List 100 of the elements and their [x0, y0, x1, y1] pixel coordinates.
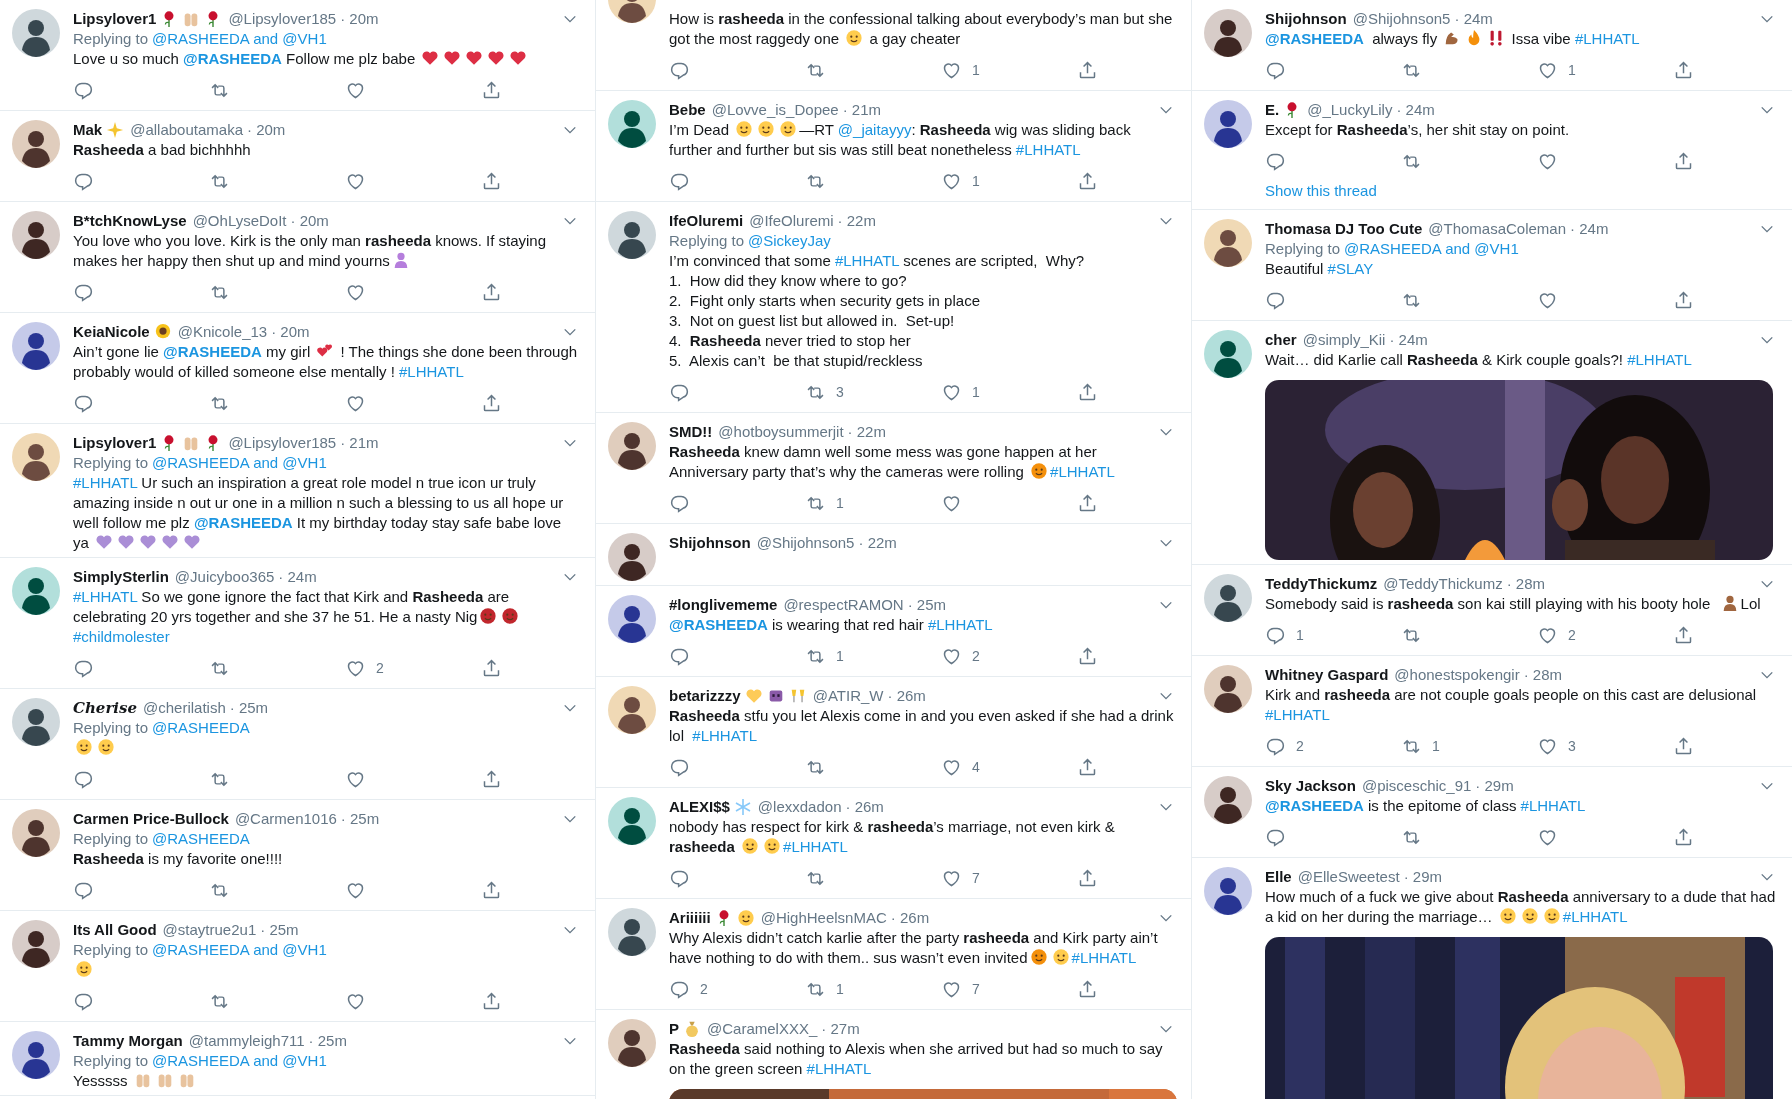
avatar[interactable] [608, 100, 656, 148]
like-button[interactable]: 1 [941, 59, 980, 81]
timestamp[interactable]: · 27m [821, 1019, 860, 1039]
share-button[interactable] [1673, 624, 1694, 646]
share-button[interactable] [1077, 492, 1098, 514]
user-handle[interactable]: @staytrue2u1 [162, 920, 257, 940]
like-button[interactable]: 3 [1537, 735, 1576, 757]
user-handle[interactable]: @ATIR_W [812, 686, 884, 706]
user-handle[interactable]: @Lipsylover185 [228, 433, 337, 453]
share-button[interactable] [1673, 150, 1694, 172]
timestamp[interactable]: · 22m [858, 533, 897, 553]
share-button[interactable] [1077, 170, 1098, 192]
avatar[interactable] [12, 698, 60, 746]
avatar[interactable] [1204, 776, 1252, 824]
hashtag-link[interactable]: #childmolester [73, 628, 170, 645]
hashtag-link[interactable]: #LHHATL [1265, 706, 1330, 723]
like-button[interactable]: 1 [941, 381, 980, 403]
share-button[interactable] [481, 879, 502, 901]
like-button[interactable]: 2 [1537, 624, 1576, 646]
reply-link[interactable]: @RASHEEDA and @VH1 [1344, 239, 1519, 259]
mention-link[interactable]: @RASHEEDA [163, 343, 262, 360]
like-button[interactable]: 2 [345, 657, 384, 679]
user-name[interactable]: Tammy Morgan [73, 1031, 183, 1051]
user-name[interactable]: Sky Jackson [1265, 776, 1356, 796]
hashtag-link[interactable]: #LHHATL [1050, 463, 1115, 480]
user-name[interactable]: Lipsylover1 [73, 433, 157, 453]
timestamp[interactable]: · 25m [229, 698, 269, 718]
timestamp[interactable]: · 26m [845, 797, 884, 817]
user-handle[interactable]: @respectRAMON [783, 595, 904, 615]
timestamp[interactable]: · 25m [260, 920, 299, 940]
retweet-button[interactable]: 1 [805, 645, 844, 667]
retweet-button[interactable]: 3 [805, 381, 844, 403]
share-button[interactable] [1077, 867, 1098, 889]
user-handle[interactable]: @TeddyThickumz [1383, 574, 1503, 594]
hashtag-link[interactable]: #LHHATL [1520, 797, 1586, 814]
user-handle[interactable]: @HighHeelsnMAC [760, 908, 887, 928]
timestamp[interactable]: · 29m [1475, 776, 1514, 796]
share-button[interactable] [1077, 756, 1098, 778]
like-button[interactable]: 4 [941, 756, 980, 778]
share-button[interactable] [481, 79, 502, 101]
retweet-button[interactable]: 1 [805, 492, 844, 514]
user-handle[interactable]: @OhLyseDoIt [192, 211, 287, 231]
hashtag-link[interactable]: #LHHATL [1562, 908, 1628, 925]
user-name[interactable]: Ariiiiii [669, 908, 711, 928]
share-button[interactable] [1077, 59, 1098, 81]
user-name[interactable]: ALEXI$$ [669, 797, 730, 817]
user-handle[interactable]: @Shijohnson5 [1352, 9, 1451, 29]
user-name[interactable]: Whitney Gaspard [1265, 665, 1389, 685]
hashtag-link[interactable]: #SLAY [1327, 260, 1374, 277]
user-name[interactable]: betarizzzy [669, 686, 741, 706]
avatar[interactable] [608, 908, 656, 956]
reply-link[interactable]: @RASHEEDA and @VH1 [152, 1051, 327, 1071]
avatar[interactable] [608, 595, 656, 643]
timestamp[interactable]: · 24m [1454, 9, 1493, 29]
timestamp[interactable]: · 29m [1403, 867, 1442, 887]
user-handle[interactable]: @hotboysummerjit [718, 422, 844, 442]
share-button[interactable] [1673, 59, 1694, 81]
reply-button[interactable]: 2 [669, 978, 708, 1000]
avatar[interactable] [608, 686, 656, 734]
avatar[interactable] [608, 422, 656, 470]
share-button[interactable] [1077, 645, 1098, 667]
hashtag-link[interactable]: #LHHATL [73, 474, 138, 491]
user-handle[interactable]: @ElleSweetest [1297, 867, 1400, 887]
avatar[interactable] [1204, 219, 1252, 267]
share-button[interactable] [481, 392, 502, 414]
user-name[interactable]: B*tchKnowLyse [73, 211, 187, 231]
timestamp[interactable]: · 20m [271, 322, 310, 342]
timestamp[interactable]: · 28m [1506, 574, 1546, 594]
timestamp[interactable]: · 20m [290, 211, 329, 231]
share-button[interactable] [1077, 978, 1098, 1000]
user-handle[interactable]: @ThomasaColeman [1428, 219, 1567, 239]
avatar[interactable] [608, 533, 656, 581]
avatar[interactable] [12, 120, 60, 168]
user-handle[interactable]: @pisceschic_91 [1361, 776, 1472, 796]
hashtag-link[interactable]: #LHHATL [927, 616, 993, 633]
share-button[interactable] [481, 281, 502, 303]
hashtag-link[interactable]: #LHHATL [73, 588, 138, 605]
timestamp[interactable]: · 20m [340, 9, 379, 29]
user-handle[interactable]: @_LuckyLily [1307, 100, 1393, 120]
avatar[interactable] [1204, 574, 1252, 622]
like-button[interactable]: 1 [1537, 59, 1576, 81]
user-handle[interactable]: @Knicole_13 [177, 322, 268, 342]
user-handle[interactable]: @Lovve_is_Dopee [711, 100, 839, 120]
mention-link[interactable]: @RASHEEDA [1265, 797, 1364, 814]
retweet-button[interactable]: 1 [805, 978, 844, 1000]
reply-link[interactable]: @RASHEEDA and @VH1 [152, 29, 327, 49]
hashtag-link[interactable]: #LHHATL [783, 838, 848, 855]
share-button[interactable] [481, 990, 502, 1012]
timestamp[interactable]: · 24m [278, 567, 317, 587]
share-button[interactable] [481, 657, 502, 679]
timestamp[interactable]: · 22m [837, 211, 876, 231]
retweet-button[interactable]: 1 [1401, 735, 1440, 757]
timestamp[interactable]: · 25m [340, 809, 380, 829]
avatar[interactable] [12, 920, 60, 968]
like-button[interactable]: 1 [941, 170, 980, 192]
user-name[interactable]: SimplySterlin [73, 567, 169, 587]
user-handle[interactable]: @Juicyboo365 [174, 567, 275, 587]
share-button[interactable] [481, 170, 502, 192]
user-name[interactable]: Shijohnson [669, 533, 751, 553]
user-handle[interactable]: @honestspokengir [1394, 665, 1520, 685]
